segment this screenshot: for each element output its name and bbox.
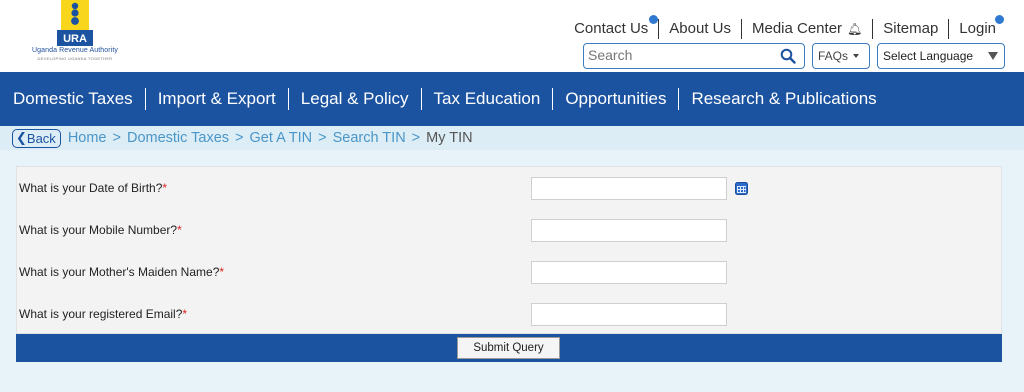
caret-down-icon [853, 54, 860, 58]
breadcrumb-separator: > [318, 130, 327, 146]
language-select[interactable]: Select Language [877, 43, 1005, 69]
breadcrumb-get-a-tin[interactable]: Get A TIN [250, 130, 313, 146]
nav-legal-policy[interactable]: Legal & Policy [287, 88, 421, 110]
maiden-name-label: What is your Mother's Maiden Name?* [19, 265, 225, 279]
dob-row: What is your Date of Birth?* [17, 167, 1003, 209]
back-button[interactable]: ❮ Back [12, 128, 61, 148]
bell-icon: 🔔︎ [847, 22, 863, 36]
mobile-input[interactable] [531, 219, 727, 242]
nav-tax-education[interactable]: Tax Education [420, 88, 553, 110]
nav-opportunities[interactable]: Opportunities [552, 88, 678, 110]
svg-text:URA: URA [63, 33, 87, 45]
nav-domestic-taxes[interactable]: Domestic Taxes [1, 88, 145, 110]
sitemap-link[interactable]: Sitemap [872, 19, 948, 39]
chevron-down-icon [988, 52, 998, 60]
search-row: FAQs Select Language [583, 43, 1005, 69]
email-row: What is your registered Email?* [17, 293, 1003, 335]
mobile-row: What is your Mobile Number?* [17, 209, 1003, 251]
my-tin-form: What is your Date of Birth?* What is you… [16, 166, 1002, 334]
chevron-left-icon: ❮ [16, 130, 27, 145]
nav-import-export[interactable]: Import & Export [144, 88, 288, 110]
breadcrumb-separator: > [411, 130, 421, 146]
breadcrumb-home[interactable]: Home [68, 130, 107, 146]
main-nav: Domestic Taxes Import & Export Legal & P… [0, 72, 1024, 126]
notification-dot-icon [995, 15, 1004, 24]
breadcrumb-search-tin[interactable]: Search TIN [333, 130, 406, 146]
breadcrumb-separator: > [235, 130, 244, 146]
submit-query-button[interactable]: Submit Query [457, 337, 560, 359]
breadcrumb-domestic-taxes[interactable]: Domestic Taxes [127, 130, 229, 146]
search-input[interactable] [584, 44, 774, 66]
login-link[interactable]: Login [948, 15, 1004, 39]
breadcrumb-separator: > [112, 130, 121, 146]
media-center-link[interactable]: Media Center 🔔︎ [740, 19, 872, 39]
search-icon[interactable] [780, 48, 796, 64]
site-header: URA Uganda Revenue Authority DEVELOPING … [0, 0, 1024, 72]
email-label: What is your registered Email?* [19, 307, 188, 321]
submit-bar: Submit Query [16, 334, 1002, 362]
ura-logo[interactable]: URA Uganda Revenue Authority DEVELOPING … [20, 0, 130, 66]
calendar-icon[interactable] [735, 182, 748, 195]
breadcrumb-current: My TIN [426, 130, 473, 146]
ura-logo-mark: URA [57, 0, 93, 46]
breadcrumb: ❮ Back Home > Domestic Taxes > Get A TIN … [0, 126, 1024, 150]
faqs-dropdown[interactable]: FAQs [812, 43, 870, 69]
maiden-name-input[interactable] [531, 261, 727, 284]
logo-tagline: DEVELOPING UGANDA TOGETHER [37, 56, 113, 61]
notification-dot-icon [649, 15, 659, 24]
about-us-link[interactable]: About Us [658, 19, 741, 39]
contact-us-link[interactable]: Contact Us [564, 15, 659, 39]
search-box [583, 43, 805, 69]
nav-research-publications[interactable]: Research & Publications [678, 88, 888, 110]
mobile-label: What is your Mobile Number?* [19, 223, 182, 237]
maiden-name-row: What is your Mother's Maiden Name?* [17, 251, 1003, 293]
email-input[interactable] [531, 303, 727, 326]
top-links: Contact Us About Us Media Center 🔔︎ Sitem… [564, 15, 1004, 40]
dob-label: What is your Date of Birth?* [19, 181, 168, 195]
logo-name: Uganda Revenue Authority [31, 47, 119, 54]
dob-input[interactable] [531, 177, 727, 200]
